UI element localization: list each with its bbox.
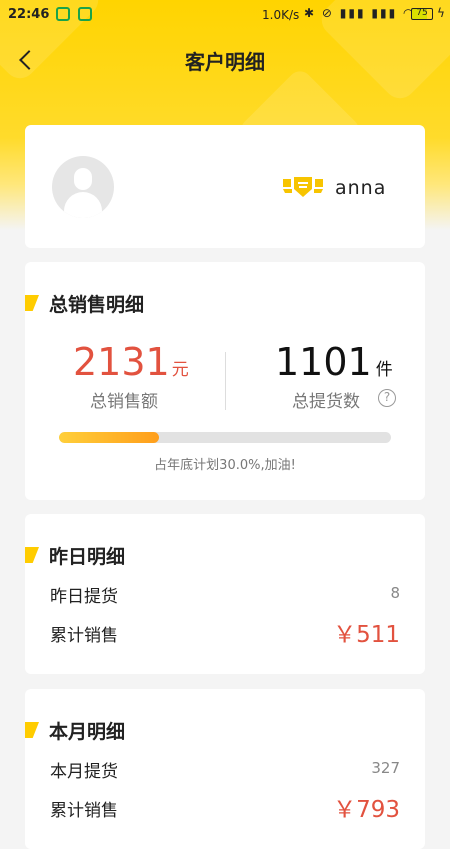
sales-summary-card: 总销售明细 2131 元 总销售额 1101 件 总提货数 ? 占年底计划30.0%… — [25, 262, 425, 500]
profile-card: anna — [25, 125, 425, 248]
month-card: 本月明细 本月提货 327 累计销售 ￥793 — [25, 689, 425, 849]
progress-bar — [59, 432, 391, 443]
vip-badge-icon — [283, 177, 323, 197]
charging-icon: ϟ — [437, 6, 445, 20]
yesterday-pickup-value: 8 — [390, 584, 400, 602]
question-mark-icon[interactable]: ? — [378, 389, 396, 407]
yesterday-card: 昨日明细 昨日提货 8 累计销售 ￥511 — [25, 514, 425, 674]
month-pickup-label: 本月提货 — [50, 762, 118, 782]
total-pickup-label: 总提货数 — [292, 392, 360, 412]
status-time: 22:46 — [8, 7, 50, 22]
status-icons: ✱ ⊘ ▮▮▮ ▮▮▮ ◠ — [304, 6, 416, 20]
month-pickup-value: 327 — [371, 759, 400, 777]
yesterday-pickup-label: 昨日提货 — [50, 587, 118, 607]
status-bar: 22:46 1.0K/s ✱ ⊘ ▮▮▮ ▮▮▮ ◠ 75 ϟ — [0, 0, 450, 30]
section-flag-icon — [25, 547, 39, 563]
battery-icon: 75 — [411, 8, 433, 20]
notification-app-icon — [78, 7, 92, 21]
avatar — [52, 156, 114, 218]
yesterday-sales-label: 累计销售 — [50, 626, 118, 646]
section-flag-icon — [25, 722, 39, 738]
section-flag-icon — [25, 295, 39, 311]
month-sales-value: ￥793 — [333, 797, 400, 823]
username: anna — [335, 177, 387, 199]
section-title: 总销售明细 — [49, 294, 145, 316]
section-title: 本月明细 — [49, 721, 126, 743]
total-sales-amount: 2131 元 — [73, 340, 189, 384]
total-pickup-count: 1101 件 — [275, 340, 393, 384]
nav-bar: 客户明细 — [0, 38, 450, 82]
notification-app-icon — [56, 7, 70, 21]
progress-fill — [59, 432, 159, 443]
yesterday-sales-value: ￥511 — [333, 622, 400, 648]
total-sales-label: 总销售额 — [90, 392, 158, 412]
progress-text: 占年底计划30.0%,加油! — [154, 458, 296, 473]
section-title: 昨日明细 — [49, 546, 126, 568]
divider — [225, 352, 226, 410]
network-speed: 1.0K/s — [262, 8, 300, 22]
page-title: 客户明细 — [185, 50, 265, 74]
